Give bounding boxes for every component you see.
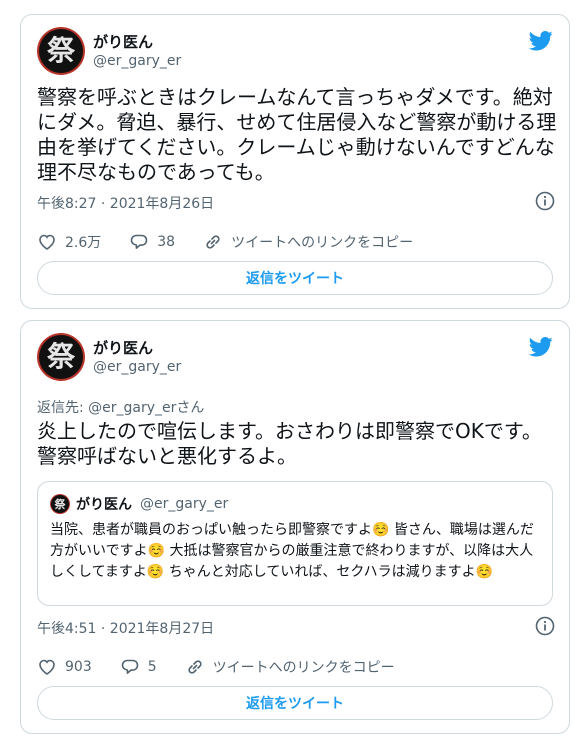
quoted-tweet-header: 祭 がり医ん @er_gary_er [50,494,540,514]
reply-action[interactable]: 5 [120,657,157,677]
reply-tweet-button[interactable]: 返信をツイート [37,261,553,295]
tweet-actions: 2.6万 38 ツイートへのリンクをコピー [37,232,441,252]
heart-icon [39,234,55,250]
reply-to-label[interactable]: 返信先: @er_gary_erさん [37,397,204,417]
avatar-glyph: 祭 [46,34,75,67]
avatar[interactable]: 祭 [37,333,85,381]
tweet-card: 祭 がり医ん @er_gary_er 警察を呼ぶときはクレームなんて言っちゃダメ… [20,14,570,309]
reply-action[interactable]: 38 [129,232,175,252]
like-action[interactable]: 2.6万 [37,232,101,252]
info-icon[interactable] [535,616,555,636]
tweet-text: 炎上したので喧伝します。おさわりは即警察でOKです。 警察呼ばないと悪化するよ。 [37,419,557,469]
link-icon [188,660,202,674]
quoted-avatar: 祭 [50,494,70,514]
quoted-avatar-glyph: 祭 [54,498,66,511]
tweet-text: 警察を呼ぶときはクレームなんて言っちゃダメです。絶対にダメ。脅迫、暴行、せめて住… [37,85,557,184]
tweet-timestamp[interactable]: 午後4:51 · 2021年8月27日 [37,618,214,638]
tweet-timestamp[interactable]: 午後8:27 · 2021年8月26日 [37,193,214,213]
author-name[interactable]: がり医ん [93,31,153,52]
reply-tweet-button[interactable]: 返信をツイート [37,686,553,720]
reply-count: 38 [157,234,176,250]
copy-link-action[interactable]: ツイートへのリンクをコピー [185,657,395,677]
tweet-actions: 903 5 ツイートへのリンクをコピー [37,657,423,677]
author-name[interactable]: がり医ん [93,337,153,358]
copy-link-action[interactable]: ツイートへのリンクをコピー [203,232,413,252]
link-icon [206,235,220,249]
tweet-text-line: 炎上したので喧伝します。おさわりは即警察でOKです。 [37,419,542,443]
twitter-bird-icon[interactable] [529,337,553,357]
quoted-tweet[interactable]: 祭 がり医ん @er_gary_er 当院、患者が職員のおっぱい触ったら即警察で… [37,481,553,606]
like-action[interactable]: 903 [37,657,92,677]
reply-bubble-icon [121,659,139,674]
info-icon[interactable] [535,191,555,211]
tweet-text-line: 警察呼ばないと悪化するよ。 [37,444,297,468]
copy-link-label: ツイートへのリンクをコピー [231,235,414,251]
copy-link-label: ツイートへのリンクをコピー [212,660,395,676]
author-handle[interactable]: @er_gary_er [93,53,181,69]
author-handle[interactable]: @er_gary_er [93,359,181,375]
quoted-author-handle: @er_gary_er [140,496,229,512]
reply-bubble-icon [130,234,148,249]
avatar[interactable]: 祭 [37,27,85,75]
avatar-glyph: 祭 [46,340,75,373]
like-count: 903 [65,659,92,675]
reply-count: 5 [147,659,157,675]
tweet-card: 祭 がり医ん @er_gary_er 返信先: @er_gary_erさん 炎上… [20,320,570,734]
quoted-tweet-text: 当院、患者が職員のおっぱい触ったら即警察ですよ☺️ 皆さん、職場は選んだ方がいい… [50,522,534,580]
twitter-bird-icon[interactable] [529,31,553,51]
quoted-author-name: がり医ん [76,497,132,513]
heart-icon [39,659,55,675]
like-count: 2.6万 [65,235,102,251]
